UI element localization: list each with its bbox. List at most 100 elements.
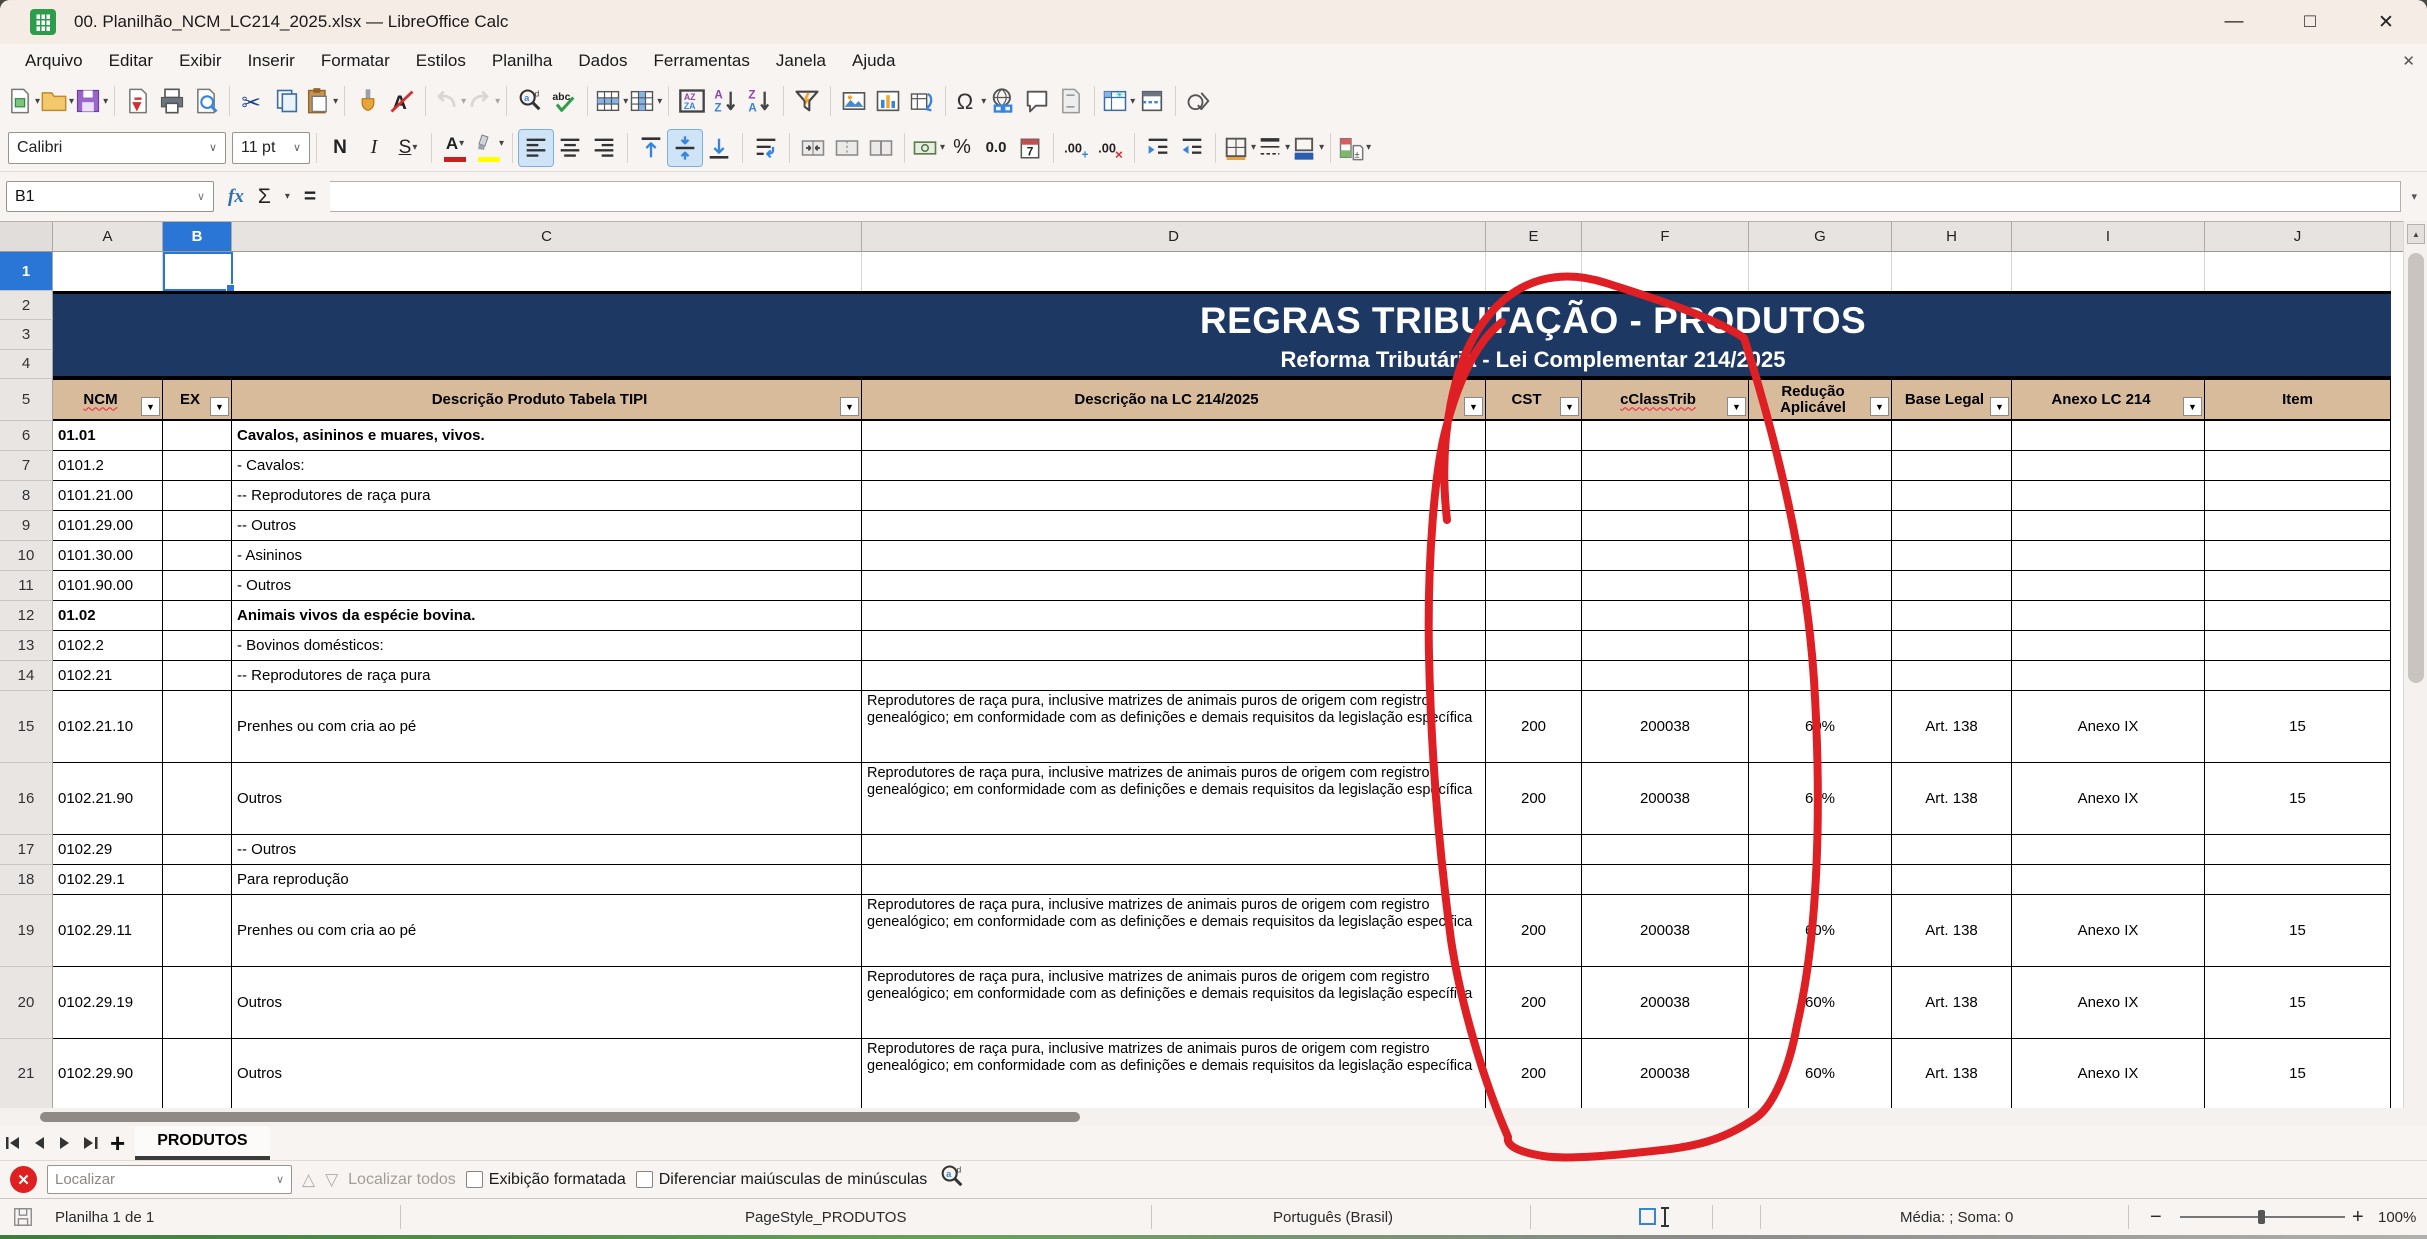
freeze-panes-icon[interactable]: ✳▾ (1101, 83, 1135, 119)
row-header-19[interactable]: 19 (0, 895, 53, 967)
cell-D21[interactable]: Reprodutores de raça pura, inclusive mat… (862, 1039, 1486, 1108)
autofilter-dropdown-icon[interactable]: ▼ (210, 397, 229, 416)
spelling-icon[interactable]: abc (547, 83, 581, 119)
row-header-3[interactable]: 3 (0, 320, 53, 349)
cell-A13[interactable]: 0102.2 (53, 631, 163, 661)
cell-D9[interactable] (862, 511, 1486, 541)
cell-F21[interactable]: 200038 (1582, 1039, 1749, 1108)
page-style[interactable]: PageStyle_PRODUTOS (745, 1199, 906, 1235)
banner-merged-cell[interactable]: REGRAS TRIBUTAÇÃO - PRODUTOS Reforma Tri… (53, 291, 2391, 379)
cell-I11[interactable] (2012, 571, 2205, 601)
cell-B15[interactable] (163, 691, 232, 763)
cell-C1[interactable] (232, 252, 862, 291)
cell-C13[interactable]: - Bovinos domésticos: (232, 631, 862, 661)
table-header-anexo-lc-214[interactable]: Anexo LC 214▼ (2012, 379, 2205, 421)
menu-ajuda[interactable]: Ajuda (839, 47, 908, 75)
cell-C21[interactable]: Outros (232, 1039, 862, 1108)
cell-G21[interactable]: 60% (1749, 1039, 1892, 1108)
autofilter-icon[interactable] (790, 83, 824, 119)
cell-H21[interactable]: Art. 138 (1892, 1039, 2012, 1108)
column-header-c[interactable]: C (232, 222, 862, 251)
cell-F10[interactable] (1582, 541, 1749, 571)
new-icon[interactable]: ▾ (6, 83, 40, 119)
column-header-h[interactable]: H (1892, 222, 2012, 251)
cell-D12[interactable] (862, 601, 1486, 631)
cell-I13[interactable] (2012, 631, 2205, 661)
cell-B6[interactable] (163, 421, 232, 451)
column-header-f[interactable]: F (1582, 222, 1749, 251)
name-box[interactable]: B1 ∨ (6, 181, 214, 212)
zoom-out-icon[interactable]: − (2150, 1199, 2162, 1235)
headers-footers-icon[interactable] (1054, 83, 1088, 119)
cell-H16[interactable]: Art. 138 (1892, 763, 2012, 835)
close-document-icon[interactable]: ✕ (2402, 52, 2415, 70)
row-header-1[interactable]: 1 (0, 252, 53, 291)
horizontal-scrollbar-thumb[interactable] (40, 1112, 1080, 1122)
draw-functions-icon[interactable] (1182, 83, 1216, 119)
cell-G18[interactable] (1749, 865, 1892, 895)
cell-G15[interactable]: 60% (1749, 691, 1892, 763)
cell-I7[interactable] (2012, 451, 2205, 481)
add-decimal-button[interactable]: .00+ (1060, 130, 1094, 166)
cell-G13[interactable] (1749, 631, 1892, 661)
cell-C8[interactable]: -- Reprodutores de raça pura (232, 481, 862, 511)
cell-E20[interactable]: 200 (1486, 967, 1582, 1039)
cell-H9[interactable] (1892, 511, 2012, 541)
column-header-a[interactable]: A (53, 222, 163, 251)
insert-rows-icon[interactable]: ▾ (594, 83, 628, 119)
row-header-2[interactable]: 2 (0, 291, 53, 320)
cell-F12[interactable] (1582, 601, 1749, 631)
clear-formatting-icon[interactable]: A (385, 83, 419, 119)
cell-E18[interactable] (1486, 865, 1582, 895)
menu-ferramentas[interactable]: Ferramentas (641, 47, 763, 75)
format-date-button[interactable]: 7 (1013, 130, 1047, 166)
cell-D20[interactable]: Reprodutores de raça pura, inclusive mat… (862, 967, 1486, 1039)
cell-D7[interactable] (862, 451, 1486, 481)
cell-E8[interactable] (1486, 481, 1582, 511)
zoom-slider-handle[interactable] (2258, 1210, 2265, 1224)
cell-E19[interactable]: 200 (1486, 895, 1582, 967)
cell-G14[interactable] (1749, 661, 1892, 691)
cell-J11[interactable] (2205, 571, 2391, 601)
column-header-j[interactable]: J (2205, 222, 2391, 251)
cell-J7[interactable] (2205, 451, 2391, 481)
borders-button[interactable]: ▾ (1222, 130, 1256, 166)
cell-B9[interactable] (163, 511, 232, 541)
merge-cells-button[interactable] (830, 130, 864, 166)
cell-J16[interactable]: 15 (2205, 763, 2391, 835)
cell-F15[interactable]: 200038 (1582, 691, 1749, 763)
conditional-formatting-button[interactable]: ±▾ (1337, 130, 1371, 166)
cell-A1[interactable] (53, 252, 163, 291)
cell-G6[interactable] (1749, 421, 1892, 451)
cell-D17[interactable] (862, 835, 1486, 865)
special-character-icon[interactable]: Ω▾ (952, 83, 986, 119)
cell-A21[interactable]: 0102.29.90 (53, 1039, 163, 1108)
cell-G8[interactable] (1749, 481, 1892, 511)
cell-E10[interactable] (1486, 541, 1582, 571)
column-header-e[interactable]: E (1486, 222, 1582, 251)
cell-E16[interactable]: 200 (1486, 763, 1582, 835)
sort-icon[interactable]: AZZA (675, 83, 709, 119)
cell-G12[interactable] (1749, 601, 1892, 631)
cell-C10[interactable]: - Asininos (232, 541, 862, 571)
autofilter-dropdown-icon[interactable]: ▼ (1990, 397, 2009, 416)
table-header-cclasstrib[interactable]: cClassTrib▼ (1582, 379, 1749, 421)
cell-C12[interactable]: Animais vivos da espécie bovina. (232, 601, 862, 631)
cell-D1[interactable] (862, 252, 1486, 291)
table-header-ncm[interactable]: NCM▼ (53, 379, 163, 421)
cell-C6[interactable]: Cavalos, asininos e muares, vivos. (232, 421, 862, 451)
cell-H13[interactable] (1892, 631, 2012, 661)
menu-inserir[interactable]: Inserir (235, 47, 308, 75)
cell-J19[interactable]: 15 (2205, 895, 2391, 967)
cell-D16[interactable]: Reprodutores de raça pura, inclusive mat… (862, 763, 1486, 835)
undo-icon[interactable]: ▾ (432, 83, 466, 119)
equals-icon[interactable]: = (304, 185, 316, 209)
row-header-20[interactable]: 20 (0, 967, 53, 1039)
cell-J14[interactable] (2205, 661, 2391, 691)
increase-indent-button[interactable] (1141, 130, 1175, 166)
sheet-position[interactable]: Planilha 1 de 1 (55, 1199, 154, 1235)
cell-E15[interactable]: 200 (1486, 691, 1582, 763)
cell-C19[interactable]: Prenhes ou com cria ao pé (232, 895, 862, 967)
format-percent-button[interactable]: % (945, 130, 979, 166)
autofilter-dropdown-icon[interactable]: ▼ (1560, 397, 1579, 416)
